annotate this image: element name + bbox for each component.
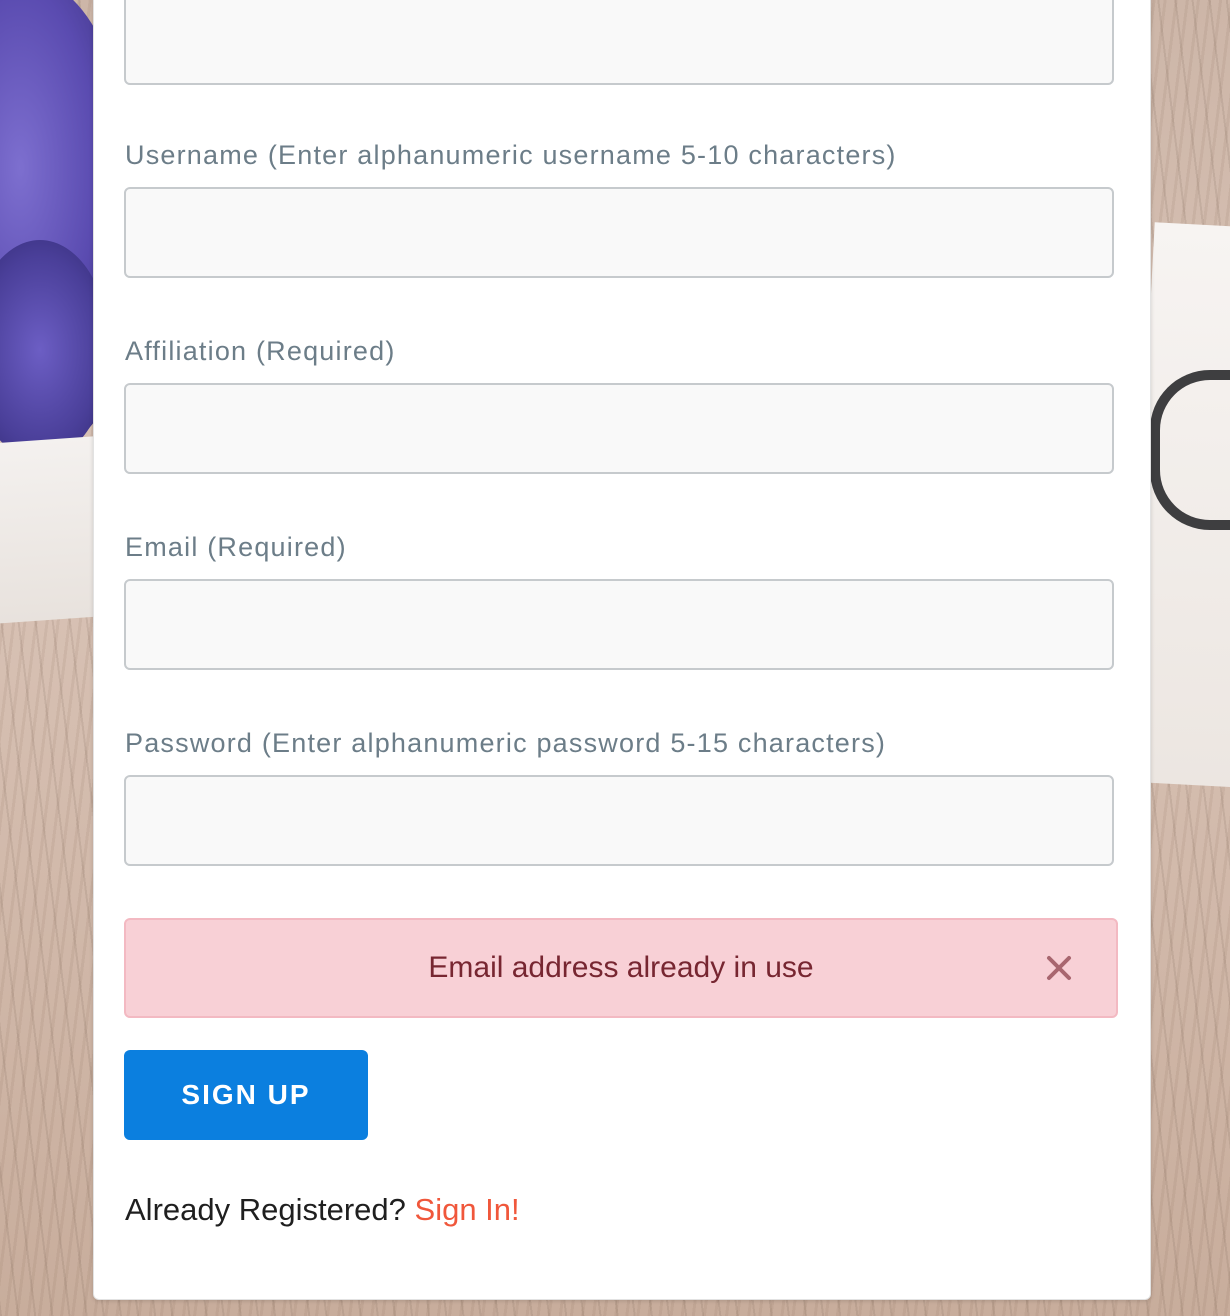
close-icon-glyph bbox=[1047, 956, 1071, 980]
password-label: Password (Enter alphanumeric password 5-… bbox=[125, 728, 887, 758]
email-label: Email (Required) bbox=[125, 532, 347, 562]
close-icon[interactable] bbox=[1042, 951, 1076, 985]
error-alert: Email address already in use bbox=[124, 918, 1118, 1018]
top-field-input[interactable] bbox=[124, 0, 1114, 85]
affiliation-label: Affiliation (Required) bbox=[125, 336, 396, 366]
affiliation-input[interactable] bbox=[124, 383, 1114, 474]
password-input[interactable] bbox=[124, 775, 1114, 866]
background-glasses bbox=[1150, 370, 1230, 530]
sign-in-prompt-text: Already Registered? bbox=[125, 1192, 406, 1227]
username-input[interactable] bbox=[124, 187, 1114, 278]
sign-in-prompt: Already Registered? Sign In! bbox=[125, 1192, 520, 1228]
error-alert-message: Email address already in use bbox=[428, 951, 814, 984]
sign-in-link[interactable]: Sign In! bbox=[415, 1192, 520, 1227]
email-input[interactable] bbox=[124, 579, 1114, 670]
username-label: Username (Enter alphanumeric username 5-… bbox=[125, 140, 897, 170]
sign-up-button[interactable]: SIGN UP bbox=[124, 1050, 368, 1140]
